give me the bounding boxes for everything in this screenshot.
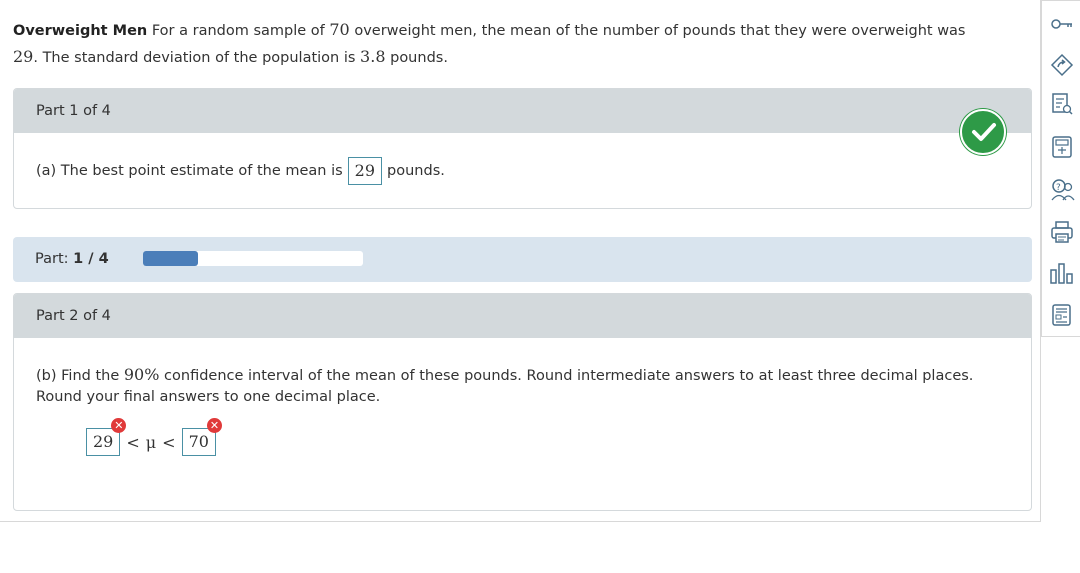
part-1-card: Part 1 of 4 (a) The best point estimate … (13, 88, 1032, 209)
part-2-q2: confidence interval of the mean of these… (36, 368, 974, 405)
confidence-interval-inequality: 29 ✕ < μ < 70 ✕ (86, 418, 222, 456)
part-1-question: (a) The best point estimate of the mean … (36, 157, 445, 185)
calculator-icon[interactable] (1049, 134, 1075, 160)
progress-fill (143, 251, 198, 266)
check-icon (960, 109, 1006, 155)
problem-text-3: . The standard deviation of the populati… (33, 50, 361, 66)
part-1-suffix: pounds. (387, 163, 445, 179)
worksheet-icon[interactable] (1049, 91, 1075, 117)
problem-statement: Overweight Men For a random sample of 70… (13, 17, 1033, 71)
sample-size: 70 (329, 20, 350, 39)
share-icon[interactable] (1049, 52, 1075, 78)
side-toolbar: ? (1041, 0, 1080, 337)
sample-mean: 29 (13, 47, 34, 66)
problem-title: Overweight Men (13, 23, 148, 39)
point-estimate-answer[interactable]: 29 (347, 157, 383, 185)
problem-text-4: pounds. (385, 50, 448, 66)
progress-label: Part: 1 / 4 (35, 237, 109, 282)
part-1-header: Part 1 of 4 (14, 89, 1031, 133)
upper-bound-input[interactable]: 70 ✕ (181, 418, 222, 456)
problem-text-1: For a random sample of (147, 23, 330, 39)
upper-bound-value: 70 (188, 432, 209, 451)
incorrect-icon: ✕ (206, 418, 222, 433)
part-2-header: Part 2 of 4 (14, 294, 1031, 338)
mu-symbol: μ (145, 432, 157, 452)
print-icon[interactable] (1049, 219, 1075, 245)
progress-label-text: Part: (35, 251, 69, 267)
notes-icon[interactable] (1049, 302, 1075, 328)
help-icon[interactable]: ? (1049, 176, 1075, 202)
part-2-card: Part 2 of 4 (b) Find the 90% confidence … (13, 293, 1032, 511)
part-progress: Part: 1 / 4 (13, 237, 1032, 282)
part-2-q1: (b) Find the (36, 368, 124, 384)
part-2-question: (b) Find the 90% confidence interval of … (36, 364, 996, 408)
confidence-level: 90% (123, 365, 160, 384)
lower-bound-value: 29 (93, 432, 114, 451)
progress-track (143, 251, 363, 266)
incorrect-icon: ✕ (111, 418, 127, 433)
part-1-prefix: (a) The best point estimate of the mean … (36, 163, 343, 179)
less-than-symbol: < (126, 432, 140, 452)
progress-count: 1 / 4 (73, 251, 109, 267)
less-than-symbol-2: < (162, 432, 176, 452)
population-sd: 3.8 (360, 47, 386, 66)
problem-text-2: overweight men, the mean of the number o… (349, 23, 966, 39)
key-icon[interactable] (1049, 11, 1075, 37)
svg-text:?: ? (1056, 183, 1061, 193)
lower-bound-input[interactable]: 29 ✕ (86, 418, 127, 456)
chart-icon[interactable] (1049, 260, 1075, 286)
